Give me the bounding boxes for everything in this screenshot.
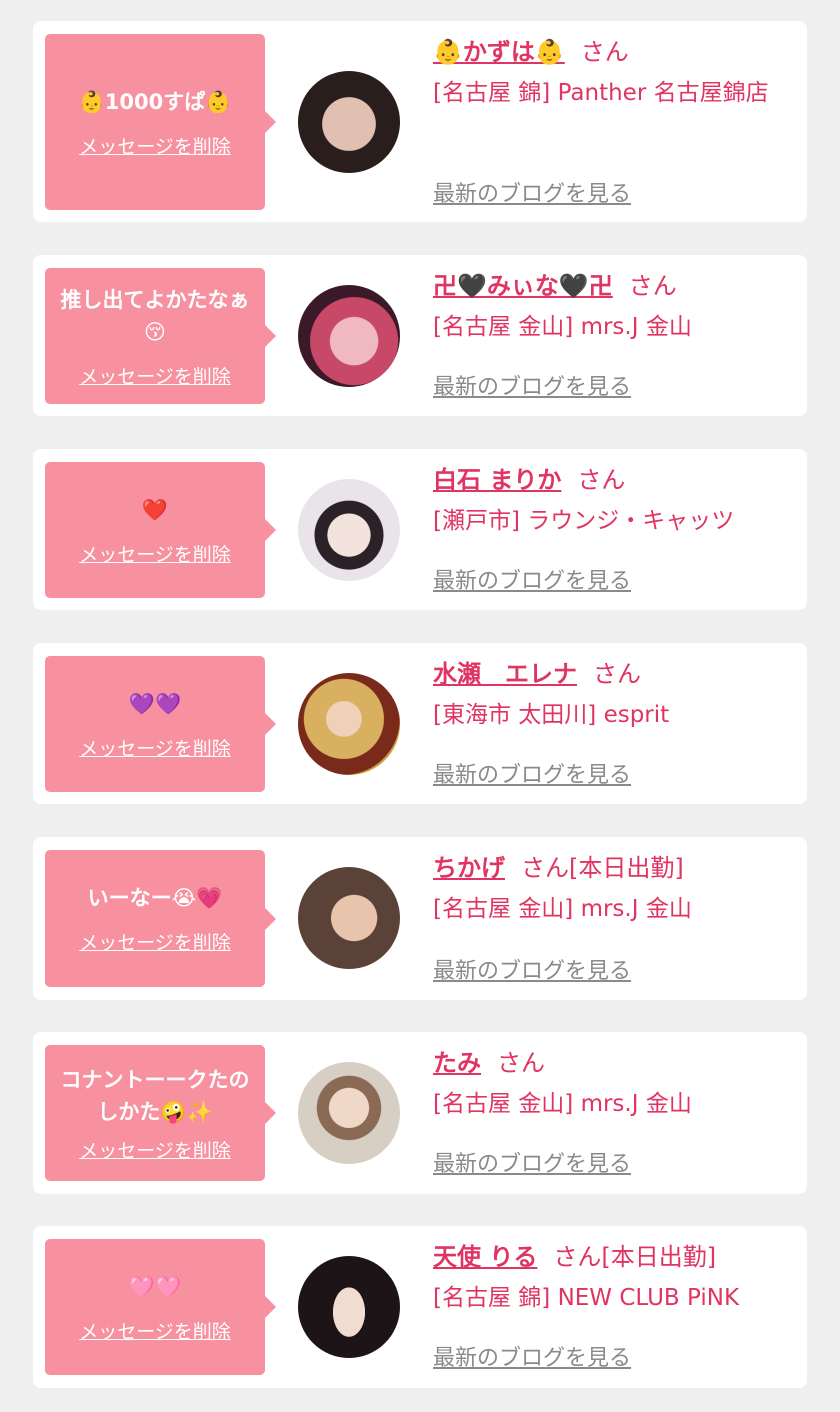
message-bubble: 💜💜 メッセージを削除 xyxy=(45,656,276,792)
cast-name-link[interactable]: 卍🖤みぃな🖤卍 xyxy=(433,272,613,300)
latest-blog-link[interactable]: 最新のブログを見る xyxy=(433,369,631,401)
latest-blog-link[interactable]: 最新のブログを見る xyxy=(433,1340,631,1372)
message-text: 推し出てよかたなぁ😚 xyxy=(60,287,250,344)
delete-message-link[interactable]: メッセージを削除 xyxy=(79,132,231,159)
cast-name-link[interactable]: 天使 りる xyxy=(433,1243,537,1271)
name-row: たみ さん xyxy=(433,1046,793,1080)
avatar[interactable] xyxy=(298,1256,400,1358)
message-card: 推し出てよかたなぁ😚 メッセージを削除 卍🖤みぃな🖤卍 さん [名古屋 金山] m… xyxy=(33,255,807,416)
latest-blog-link[interactable]: 最新のブログを見る xyxy=(433,953,631,985)
shop-name: [名古屋 錦] NEW CLUB PiNK xyxy=(433,1285,740,1311)
work-status: [本日出勤] xyxy=(569,854,684,882)
cast-info: 👶かずは👶 さん [名古屋 錦] Panther 名古屋錦店 xyxy=(433,35,793,113)
message-bubble: ❤️ メッセージを削除 xyxy=(45,462,276,598)
cast-info: 水瀬 エレナ さん [東海市 太田川] esprit xyxy=(433,657,793,735)
cast-info: ちかげ さん[本日出勤] [名古屋 金山] mrs.J 金山 xyxy=(433,851,793,929)
honorific: さん xyxy=(580,38,629,66)
delete-message-link[interactable]: メッセージを削除 xyxy=(79,928,231,955)
name-row: 白石 まりか さん xyxy=(433,463,793,497)
latest-blog-link[interactable]: 最新のブログを見る xyxy=(433,563,631,595)
honorific: さん xyxy=(521,854,569,882)
message-text: いーなー😭💗 xyxy=(87,886,223,910)
message-bubble: 推し出てよかたなぁ😚 メッセージを削除 xyxy=(45,268,276,404)
shop-name: [名古屋 金山] mrs.J 金山 xyxy=(433,896,692,922)
avatar[interactable] xyxy=(298,479,400,581)
latest-blog-link[interactable]: 最新のブログを見る xyxy=(433,1146,631,1178)
name-row: 水瀬 エレナ さん xyxy=(433,657,793,691)
message-card: いーなー😭💗 メッセージを削除 ちかげ さん[本日出勤] [名古屋 金山] mrs… xyxy=(33,837,807,1000)
shop-name: [名古屋 金山] mrs.J 金山 xyxy=(433,314,692,340)
latest-blog-link[interactable]: 最新のブログを見る xyxy=(433,757,631,789)
avatar[interactable] xyxy=(298,285,400,387)
message-card: ❤️ メッセージを削除 白石 まりか さん [瀬戸市] ラウンジ・キャッツ 最新の… xyxy=(33,449,807,610)
message-text: 💜💜 xyxy=(128,691,182,716)
work-status: [本日出勤] xyxy=(601,1243,717,1271)
name-row: 👶かずは👶 さん xyxy=(433,35,793,69)
message-text: コナントーークたのしかた🤪✨ xyxy=(60,1067,250,1124)
avatar[interactable] xyxy=(298,673,400,775)
cast-name-link[interactable]: 白石 まりか xyxy=(433,466,561,494)
latest-blog-link[interactable]: 最新のブログを見る xyxy=(433,176,631,208)
message-bubble: コナントーークたのしかた🤪✨ メッセージを削除 xyxy=(45,1045,276,1181)
shop-name: [名古屋 金山] mrs.J 金山 xyxy=(433,1091,692,1117)
honorific: さん xyxy=(497,1049,545,1077)
delete-message-link[interactable]: メッセージを削除 xyxy=(79,1136,231,1163)
cast-name-link[interactable]: 水瀬 エレナ xyxy=(433,660,577,688)
message-text: ❤️ xyxy=(141,497,169,522)
shop-name: [瀬戸市] ラウンジ・キャッツ xyxy=(433,508,735,534)
message-bubble: いーなー😭💗 メッセージを削除 xyxy=(45,850,276,987)
cast-info: 天使 りる さん[本日出勤] [名古屋 錦] NEW CLUB PiNK xyxy=(433,1240,793,1318)
message-text: 👶1000すぱ👶 xyxy=(78,89,232,114)
message-card: コナントーークたのしかた🤪✨ メッセージを削除 たみ さん [名古屋 金山] mr… xyxy=(33,1032,807,1194)
honorific: さん xyxy=(628,272,677,300)
cast-info: 白石 まりか さん [瀬戸市] ラウンジ・キャッツ xyxy=(433,463,793,541)
cast-info: たみ さん [名古屋 金山] mrs.J 金山 xyxy=(433,1046,793,1124)
message-bubble: 👶1000すぱ👶 メッセージを削除 xyxy=(45,34,276,210)
name-row: 天使 りる さん[本日出勤] xyxy=(433,1240,793,1274)
cast-info: 卍🖤みぃな🖤卍 さん [名古屋 金山] mrs.J 金山 xyxy=(433,269,793,347)
message-text: 🩷🩷 xyxy=(128,1274,182,1299)
cast-name-link[interactable]: たみ xyxy=(433,1049,481,1077)
cast-name-link[interactable]: ちかげ xyxy=(433,854,505,882)
avatar[interactable] xyxy=(298,71,400,173)
delete-message-link[interactable]: メッセージを削除 xyxy=(79,362,231,389)
name-row: 卍🖤みぃな🖤卍 さん xyxy=(433,269,793,303)
shop-name: [東海市 太田川] esprit xyxy=(433,702,670,728)
message-bubble: 🩷🩷 メッセージを削除 xyxy=(45,1239,276,1375)
shop-name: [名古屋 錦] Panther 名古屋錦店 xyxy=(433,80,769,106)
message-card: 🩷🩷 メッセージを削除 天使 りる さん[本日出勤] [名古屋 錦] NEW CL… xyxy=(33,1226,807,1388)
cast-name-link[interactable]: 👶かずは👶 xyxy=(433,38,565,66)
name-row: ちかげ さん[本日出勤] xyxy=(433,851,793,885)
delete-message-link[interactable]: メッセージを削除 xyxy=(79,540,231,567)
message-card: 💜💜 メッセージを削除 水瀬 エレナ さん [東海市 太田川] esprit 最新… xyxy=(33,643,807,804)
message-list: 👶1000すぱ👶 メッセージを削除 👶かずは👶 さん [名古屋 錦] Panthe… xyxy=(0,0,840,1412)
avatar[interactable] xyxy=(298,867,400,969)
avatar[interactable] xyxy=(298,1062,400,1164)
message-card: 👶1000すぱ👶 メッセージを削除 👶かずは👶 さん [名古屋 錦] Panthe… xyxy=(33,21,807,222)
honorific: さん xyxy=(593,660,641,688)
delete-message-link[interactable]: メッセージを削除 xyxy=(79,1317,231,1344)
honorific: さん xyxy=(553,1243,602,1271)
honorific: さん xyxy=(577,466,626,494)
delete-message-link[interactable]: メッセージを削除 xyxy=(79,734,231,761)
